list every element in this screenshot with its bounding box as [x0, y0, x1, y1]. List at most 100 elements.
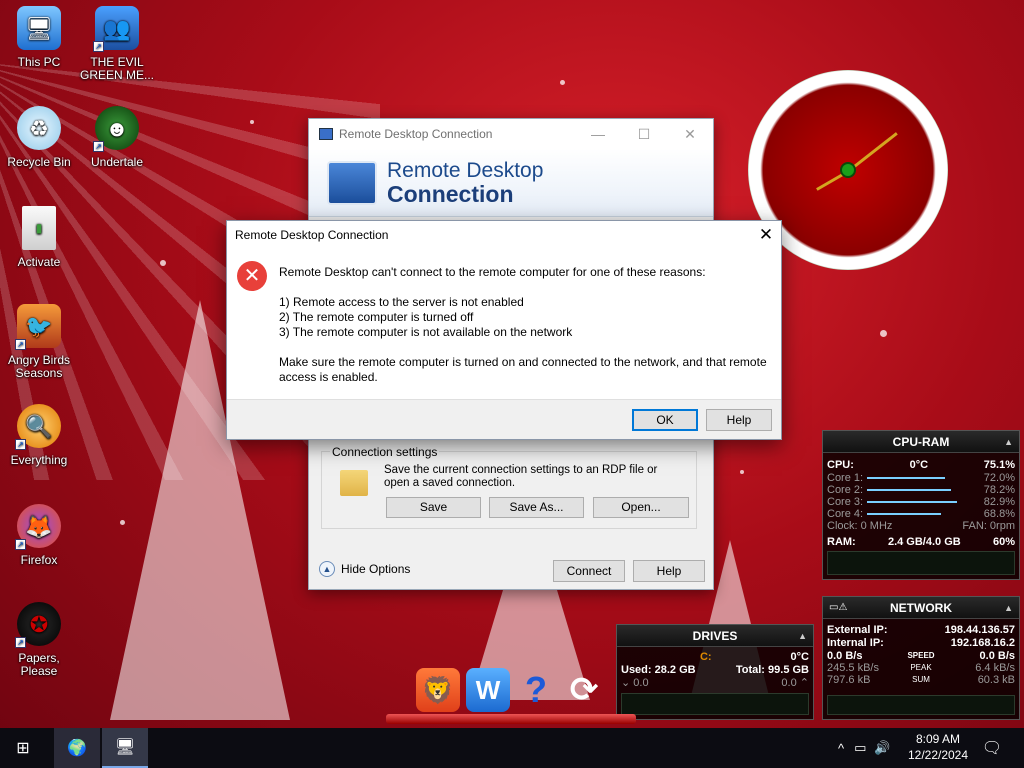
taskbar-clock[interactable]: 8:09 AM 12/22/2024 [900, 731, 976, 763]
core-value: 68.8% [983, 508, 1015, 520]
collapse-arrow-icon[interactable]: ▲ [1004, 597, 1013, 619]
start-windows-icon[interactable]: ⊞ [0, 728, 46, 768]
core-value: 82.9% [983, 496, 1015, 508]
ram-graph [827, 551, 1015, 575]
core-usage-bar [867, 513, 942, 515]
desktop-icon-label: Papers, Please [18, 651, 60, 678]
error-icon: ✕ [237, 261, 267, 291]
error-dialog-titlebar[interactable]: Remote Desktop Connection ✕ [227, 221, 781, 249]
desktop-icon-activate[interactable]: ▮ Activate [0, 206, 78, 269]
net-upload: 6.4 kB/s [975, 662, 1015, 674]
close-icon[interactable]: ✕ [667, 126, 713, 143]
desktop-icon-recycle-bin[interactable]: ♻ Recycle Bin [0, 106, 78, 169]
desktop-icon-angry-birds-seasons[interactable]: 🐦 ↗ Angry Birds Seasons [0, 304, 78, 380]
connection-settings-legend: Connection settings [330, 445, 440, 459]
rdc-banner: Remote Desktop Connection [309, 149, 713, 217]
desktop-icon-label: Firefox [20, 553, 58, 567]
ram-usage: 2.4 GB/4.0 GB [887, 536, 961, 548]
rdc-help-button[interactable]: Help [633, 560, 705, 582]
hide-options-toggle[interactable]: ▲ Hide Options [319, 561, 410, 577]
desktop-icon-label: Undertale [90, 155, 144, 169]
rdc-app-icon [319, 128, 333, 140]
desktop-icon-label: Everything [10, 453, 68, 467]
refresh-icon[interactable]: ⟳ [562, 668, 606, 712]
shortcut-arrow-icon: ↗ [93, 141, 104, 152]
desktop-icon-label: Recycle Bin [7, 155, 71, 169]
core-value: 72.0% [983, 472, 1015, 484]
connect-button[interactable]: Connect [553, 560, 625, 582]
volume-icon[interactable]: 🔊 [874, 740, 890, 756]
desktop-icon-undertale[interactable]: ☻ ↗ Undertale [78, 106, 156, 169]
chevron-up-icon[interactable]: ^ [838, 741, 844, 756]
notifications-icon[interactable]: 🗨 [970, 728, 1014, 768]
drives-title: DRIVES [692, 629, 738, 643]
collapse-arrow-icon[interactable]: ▲ [798, 625, 807, 647]
taskbar-rdc-icon[interactable]: 🖥 [102, 728, 148, 768]
save-button[interactable]: Save [386, 497, 481, 518]
network-monitor-icon: ▭⚠ [829, 602, 848, 613]
desktop-icon-evil-green-me[interactable]: 👥 ↗ THE EVIL GREEN ME... [78, 6, 156, 82]
rdc-window-title: Remote Desktop Connection [339, 127, 493, 141]
taskbar-time: 8:09 AM [915, 732, 961, 746]
wise-care-icon[interactable]: W [466, 668, 510, 712]
maximize-icon[interactable]: ☐ [621, 126, 667, 143]
cpu-total: 75.1% [983, 459, 1015, 471]
external-ip-label: External IP: [827, 624, 888, 636]
error-intro: Remote Desktop can't connect to the remo… [279, 265, 706, 279]
cpu-fan: FAN: 0rpm [962, 520, 1015, 532]
network-gadget[interactable]: ▭⚠ NETWORK ▲ External IP: 198.44.136.57 Int… [822, 596, 1020, 720]
core-usage-bar [867, 489, 952, 491]
folder-icon [340, 470, 368, 496]
core-label: Core 4: [827, 508, 864, 520]
drive-letter: C: [699, 651, 712, 663]
help-question-icon[interactable]: ? [514, 668, 558, 712]
taskbar-app-icon[interactable]: 🌍 [54, 728, 100, 768]
core-label: Core 1: [827, 472, 864, 484]
desktop-icon-this-pc[interactable]: 🖥 This PC [0, 6, 78, 69]
rdc-banner-line1: Remote Desktop [387, 158, 544, 182]
firefox-icon: 🦊 ↗ [15, 504, 61, 550]
internal-ip-label: Internal IP: [827, 637, 884, 649]
hide-options-label: Hide Options [341, 562, 411, 576]
error-dialog: Remote Desktop Connection ✕ ✕ Remote Des… [226, 220, 782, 440]
cpu-ram-gadget[interactable]: CPU-RAM ▲ CPU: 0°C 75.1% Core 1: 72.0% Cor… [822, 430, 1020, 580]
error-advice: Make sure the remote computer is turned … [279, 355, 767, 384]
sparkle [160, 260, 166, 266]
rdc-titlebar[interactable]: Remote Desktop Connection — ☐ ✕ [309, 119, 713, 149]
brave-icon[interactable]: 🦁 [416, 668, 460, 712]
connection-settings-description: Save the current connection settings to … [384, 464, 658, 489]
network-graph [827, 695, 1015, 715]
save-as-button[interactable]: Save As... [489, 497, 584, 518]
recycle-bin-icon: ♻ [17, 106, 61, 150]
drive-total: Total: 99.5 GB [735, 664, 809, 676]
open-button[interactable]: Open... [593, 497, 689, 518]
desktop-icon-papers-please[interactable]: ✪ ↗ Papers, Please [0, 602, 78, 678]
desktop-icon-everything[interactable]: 🔍 ↗ Everything [0, 404, 78, 467]
shortcut-arrow-icon: ↗ [15, 539, 26, 550]
network-icon[interactable]: ▭ [854, 740, 866, 756]
collapse-arrow-icon[interactable]: ▲ [1004, 431, 1013, 453]
drives-gadget[interactable]: DRIVES ▲ C: 0°C Used: 28.2 GB Total: 99.5 G… [616, 624, 814, 720]
network-title: NETWORK [890, 601, 952, 615]
desktop-icon-label: Angry Birds Seasons [7, 353, 71, 380]
core-label: Core 3: [827, 496, 864, 508]
net-row-label: PEAK [910, 663, 932, 672]
close-icon[interactable]: ✕ [751, 225, 781, 245]
shortcut-arrow-icon: ↗ [15, 637, 26, 648]
core-usage-bar [867, 477, 945, 479]
error-reason: 1) Remote access to the server is not en… [279, 295, 524, 309]
core-label: Core 2: [827, 484, 864, 496]
clock-center [840, 162, 856, 178]
sparkle [250, 120, 254, 124]
shortcut-arrow-icon: ↗ [15, 339, 26, 350]
error-help-button[interactable]: Help [706, 409, 772, 431]
net-download: 797.6 kB [827, 674, 871, 686]
minimize-icon[interactable]: — [575, 126, 621, 143]
desktop-icon-firefox[interactable]: 🦊 ↗ Firefox [0, 504, 78, 567]
desktop-icon-label: THE EVIL GREEN ME... [79, 55, 154, 82]
net-download: 0.0 B/s [827, 650, 863, 662]
sparkle [880, 330, 887, 337]
core-value: 78.2% [983, 484, 1015, 496]
ok-button[interactable]: OK [632, 409, 698, 431]
desktop-icon-label: This PC [17, 55, 61, 69]
